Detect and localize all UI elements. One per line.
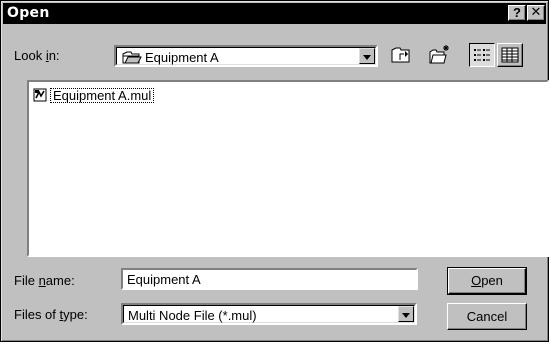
look-in-dropdown[interactable]: Equipment A [114, 45, 378, 67]
file-list[interactable]: Equipment A.mul [27, 80, 549, 257]
create-new-folder-button[interactable] [425, 41, 455, 67]
close-button[interactable]: ✕ [527, 5, 545, 21]
open-button-label-key: O [471, 273, 482, 288]
help-button[interactable]: ? [508, 5, 526, 21]
file-item-name: Equipment A.mul [50, 87, 155, 103]
files-of-type-label-post: ype: [63, 307, 88, 322]
window-title: Open [7, 5, 50, 21]
chevron-down-icon [363, 55, 371, 60]
title-bar[interactable]: Open ? ✕ [3, 3, 546, 24]
new-folder-icon [429, 45, 449, 64]
files-of-type-dropdown-button[interactable] [398, 306, 414, 322]
file-name-label-pre: File [14, 273, 39, 288]
open-button-label-rest: pen [481, 273, 503, 288]
files-of-type-dropdown[interactable]: Multi Node File (*.mul) [121, 303, 417, 325]
look-in-dropdown-button[interactable] [359, 48, 375, 64]
file-name-value: Equipment A [127, 272, 201, 287]
list-view-button[interactable] [469, 43, 495, 67]
look-in-label: Look in: [14, 48, 60, 63]
files-of-type-label: Files of type: [14, 307, 88, 322]
file-name-label: File name: [14, 273, 75, 288]
files-of-type-label-pre: Files of [14, 307, 60, 322]
look-in-label-pre: Look [14, 48, 46, 63]
file-name-label-key: n [38, 273, 46, 288]
up-folder-icon [391, 47, 410, 63]
chevron-down-icon [402, 313, 410, 318]
cancel-button[interactable]: Cancel [447, 303, 527, 330]
look-in-value: Equipment A [145, 50, 219, 65]
folder-icon [122, 51, 142, 64]
details-view-button[interactable] [497, 43, 523, 67]
up-one-level-button[interactable] [387, 43, 415, 67]
cancel-button-label: Cancel [466, 309, 508, 324]
open-dialog: Open ? ✕ Look in: Equipment A Equipment … [0, 0, 549, 342]
mul-file-icon [33, 88, 47, 102]
list-view-icon [474, 49, 490, 61]
open-button[interactable]: Open [447, 267, 527, 295]
open-button-label: Open [471, 273, 503, 288]
details-view-icon [501, 47, 519, 63]
file-item[interactable]: Equipment A.mul [33, 87, 155, 103]
file-name-input[interactable]: Equipment A [121, 268, 418, 290]
look-in-label-post: n: [48, 48, 60, 63]
file-name-label-post: ame: [45, 273, 75, 288]
files-of-type-value: Multi Node File (*.mul) [128, 308, 257, 323]
